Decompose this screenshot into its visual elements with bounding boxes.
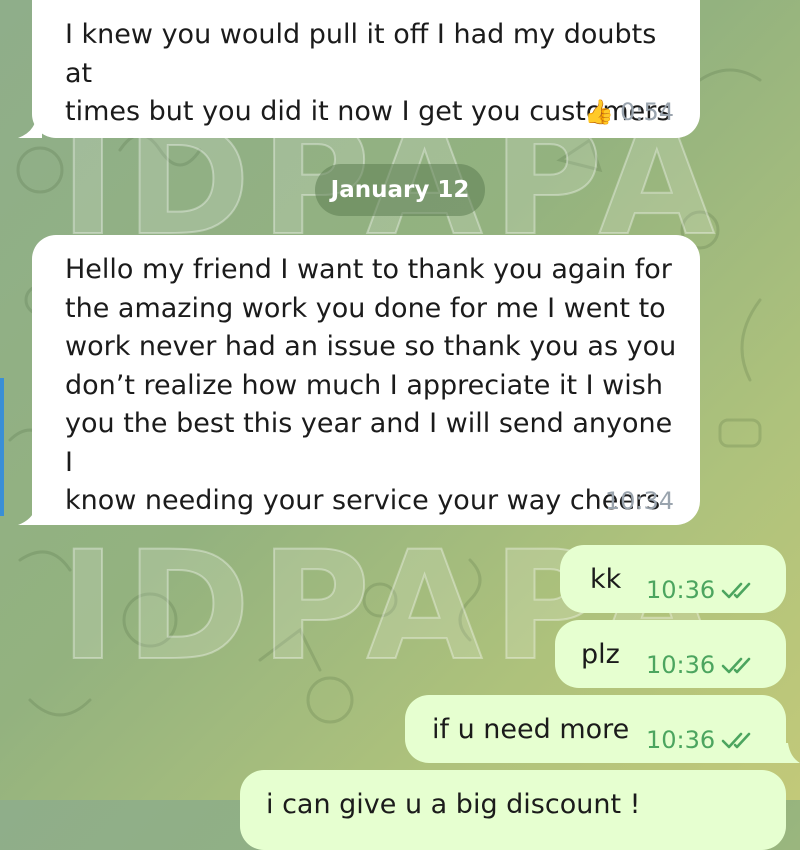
outgoing-message[interactable]: plz 10:36 bbox=[555, 620, 786, 688]
message-line: know needing your service your way cheer… bbox=[65, 485, 661, 516]
message-text: plz bbox=[581, 639, 620, 670]
message-time: 10:36 bbox=[646, 576, 716, 604]
outgoing-message[interactable]: kk 10:36 bbox=[560, 545, 786, 613]
selection-accent-bar bbox=[0, 378, 4, 516]
message-line: Hello my friend I want to thank you agai… bbox=[65, 254, 672, 285]
message-meta: 10:34 bbox=[605, 489, 674, 513]
message-text: Hello my friend I want to thank you agai… bbox=[65, 251, 685, 521]
date-separator-label: January 12 bbox=[330, 177, 470, 203]
message-line: the amazing work you done for me I went … bbox=[65, 292, 666, 324]
message-text: i can give u a big discount ! bbox=[266, 789, 641, 820]
double-check-icon bbox=[721, 732, 751, 749]
message-time: 0:54 bbox=[620, 98, 674, 126]
thumbs-up-icon[interactable]: 👍 bbox=[584, 100, 614, 124]
message-line: work never had an issue so thank you as … bbox=[65, 331, 677, 362]
outgoing-message[interactable]: i can give u a big discount ! bbox=[240, 770, 786, 850]
bubble-tail bbox=[786, 743, 800, 763]
outgoing-message[interactable]: if u need more 10:36 bbox=[405, 695, 786, 763]
message-time: 10:36 bbox=[646, 726, 716, 754]
message-meta: 10:36 bbox=[646, 653, 759, 677]
message-text: if u need more bbox=[432, 714, 630, 745]
bubble-tail bbox=[18, 505, 42, 525]
double-check-icon bbox=[721, 657, 751, 674]
message-line: don’t realize how much I appreciate it I… bbox=[65, 369, 663, 401]
message-line: I knew you would pull it off I had my do… bbox=[65, 19, 657, 89]
incoming-message[interactable]: I knew you would pull it off I had my do… bbox=[32, 0, 700, 138]
date-separator: January 12 bbox=[315, 164, 485, 216]
message-meta: 10:36 bbox=[646, 578, 759, 602]
bubble-tail bbox=[18, 118, 42, 138]
message-meta: 10:36 bbox=[646, 728, 759, 752]
message-text: kk bbox=[590, 564, 622, 595]
message-meta: 👍 0:54 bbox=[584, 100, 674, 124]
message-line: you the best this year and I will send a… bbox=[65, 408, 673, 478]
message-time: 10:36 bbox=[646, 651, 716, 679]
double-check-icon bbox=[721, 582, 751, 599]
incoming-message[interactable]: Hello my friend I want to thank you agai… bbox=[32, 235, 700, 525]
message-time: 10:34 bbox=[604, 487, 674, 515]
